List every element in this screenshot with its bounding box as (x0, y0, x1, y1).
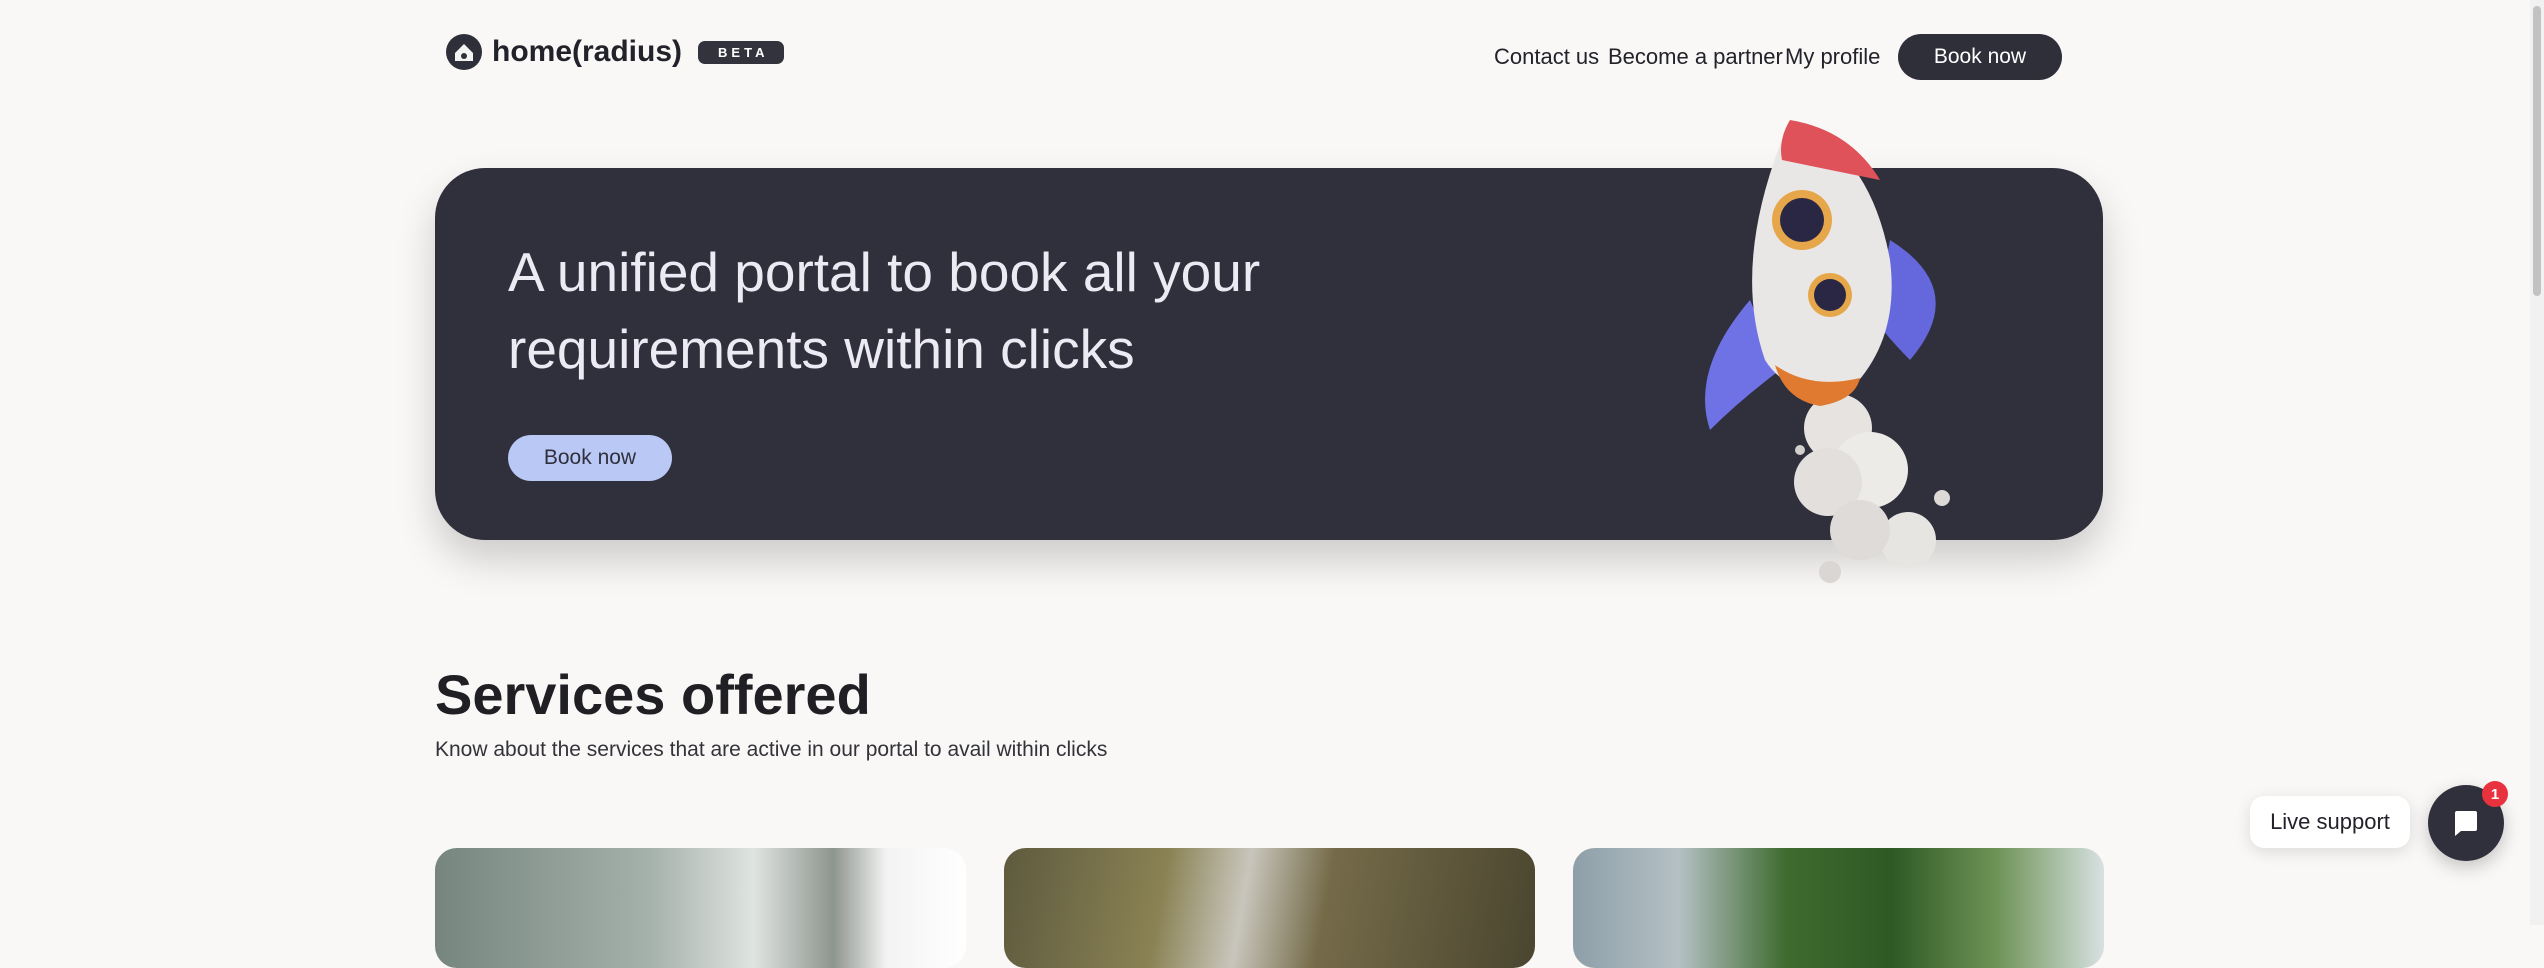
notification-badge: 1 (2482, 781, 2508, 807)
service-card[interactable] (1004, 848, 1535, 968)
nav-my-profile[interactable]: My profile (1785, 44, 1880, 70)
hero-book-now-button[interactable]: Book now (508, 435, 672, 481)
chat-bubble-icon (2455, 811, 2477, 836)
service-card[interactable] (435, 848, 966, 968)
top-navigation: Contact us Become a partner My profile (0, 34, 2544, 80)
nav-contact-us[interactable]: Contact us (1494, 44, 1599, 70)
services-title: Services offered (435, 663, 871, 726)
header-book-now-button[interactable]: Book now (1898, 34, 2062, 80)
service-card[interactable] (1573, 848, 2104, 968)
rocket-illustration (1705, 120, 1950, 583)
services-subtitle: Know about the services that are active … (435, 738, 1108, 761)
hero-title: A unified portal to book all your requir… (508, 241, 1261, 380)
live-support-label[interactable]: Live support (2250, 796, 2410, 848)
page-scrollbar[interactable] (2530, 0, 2544, 925)
nav-become-partner[interactable]: Become a partner (1608, 44, 1783, 70)
scrollbar-thumb[interactable] (2533, 6, 2541, 296)
